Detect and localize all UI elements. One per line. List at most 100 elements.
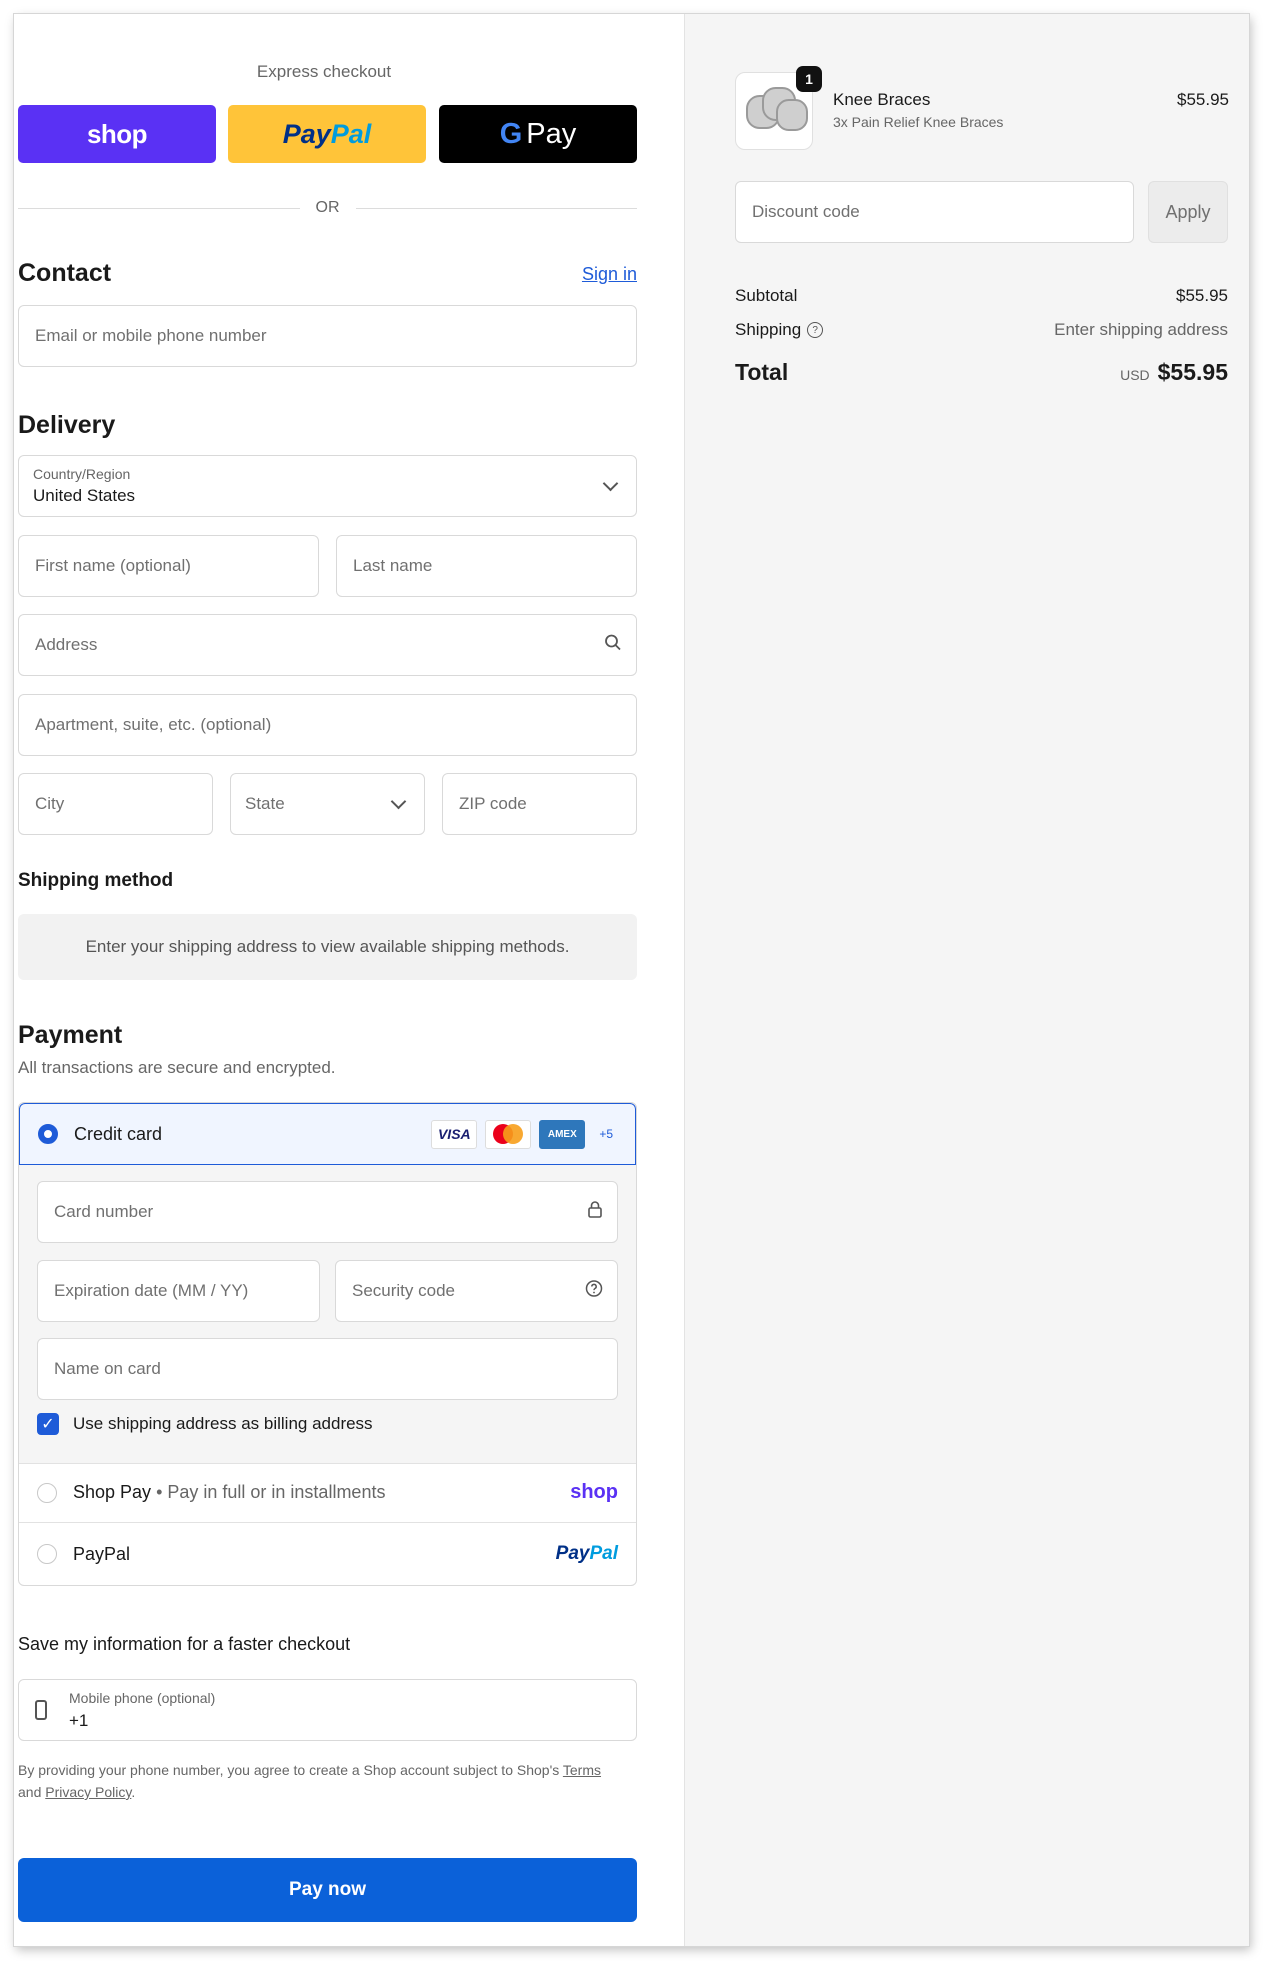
shipping-label: Shipping bbox=[735, 320, 802, 339]
zip-field-wrap bbox=[442, 773, 637, 835]
help-icon[interactable]: ? bbox=[807, 322, 824, 338]
name-on-card-field-wrap bbox=[37, 1338, 618, 1400]
country-value: United States bbox=[33, 486, 136, 505]
mastercard-icon bbox=[485, 1119, 532, 1149]
total-value: $55.95 bbox=[1157, 359, 1228, 385]
credit-card-option[interactable]: Credit card VISA AMEX +5 bbox=[19, 1103, 636, 1165]
product-price: $55.95 bbox=[1177, 90, 1229, 109]
zip-field[interactable] bbox=[457, 793, 622, 815]
expiration-field-wrap bbox=[37, 1260, 320, 1322]
search-icon[interactable] bbox=[604, 634, 622, 657]
first-name-field[interactable] bbox=[33, 555, 304, 577]
email-field-wrap bbox=[18, 305, 637, 367]
legal-text: By providing your phone number, you agre… bbox=[18, 1762, 602, 1800]
city-field[interactable] bbox=[33, 793, 198, 815]
shop-pay-radio[interactable] bbox=[37, 1482, 57, 1503]
shipping-value: Enter shipping address bbox=[1054, 320, 1228, 339]
amex-icon: AMEX bbox=[539, 1119, 586, 1149]
product-variant: 3x Pain Relief Knee Braces bbox=[833, 114, 1004, 130]
google-pay-express-button[interactable]: G Pay bbox=[439, 105, 637, 163]
product-name: Knee Braces bbox=[833, 90, 931, 109]
chevron-down-icon bbox=[390, 793, 407, 810]
total-amount-wrap: USD $55.95 bbox=[1120, 359, 1228, 386]
pay-now-button[interactable]: Pay now bbox=[18, 1858, 637, 1922]
security-code-field-wrap bbox=[335, 1260, 618, 1322]
address-field[interactable] bbox=[33, 634, 622, 656]
currency-code: USD bbox=[1120, 367, 1150, 383]
shop-pay-logo: shop bbox=[86, 118, 148, 149]
country-label: Country/Region bbox=[33, 466, 131, 482]
quantity-badge: 1 bbox=[796, 66, 822, 92]
paypal-logo: PayPal bbox=[555, 1543, 618, 1564]
payment-subtitle: All transactions are secure and encrypte… bbox=[18, 1058, 336, 1077]
total-row: Total USD $55.95 bbox=[735, 359, 1228, 386]
or-text: OR bbox=[315, 199, 340, 216]
help-icon[interactable] bbox=[585, 1280, 603, 1303]
billing-address-checkbox[interactable]: ✓ bbox=[37, 1413, 59, 1435]
paypal-express-button[interactable]: Pay Pal bbox=[228, 105, 426, 163]
country-select[interactable]: Country/Region United States bbox=[18, 455, 637, 517]
shop-pay-express-button[interactable]: shop bbox=[18, 105, 216, 163]
address-field-wrap bbox=[18, 614, 637, 676]
card-number-field[interactable] bbox=[52, 1201, 603, 1223]
credit-card-form: ✓ Use shipping address as billing addres… bbox=[19, 1165, 636, 1464]
email-field[interactable] bbox=[33, 325, 622, 347]
shipping-method-heading: Shipping method bbox=[18, 870, 174, 891]
mobile-phone-field[interactable]: Mobile phone (optional) +1 bbox=[18, 1679, 637, 1741]
checkout-form: Express checkout shop Pay Pal G Pay OR Con… bbox=[14, 14, 684, 1946]
shipping-row: Shipping ? Enter shipping address bbox=[735, 320, 1228, 340]
privacy-policy-link[interactable]: Privacy Policy bbox=[45, 1784, 131, 1800]
more-cards-badge: +5 bbox=[599, 1127, 613, 1141]
checkout-window: Express checkout shop Pay Pal G Pay OR Con… bbox=[14, 14, 1249, 1946]
save-info-title: Save my information for a faster checkou… bbox=[18, 1634, 351, 1654]
last-name-field[interactable] bbox=[351, 555, 622, 577]
lock-icon bbox=[587, 1201, 603, 1224]
mobile-phone-label: Mobile phone (optional) bbox=[69, 1690, 216, 1706]
card-number-field-wrap bbox=[37, 1181, 618, 1243]
divider-line bbox=[18, 207, 300, 209]
paypal-label: PayPal bbox=[73, 1543, 131, 1564]
mobile-phone-icon bbox=[35, 1700, 47, 1720]
google-g-icon: G bbox=[499, 117, 523, 150]
paypal-option[interactable]: PayPal PayPal bbox=[19, 1524, 636, 1584]
paypal-logo-part-a: Pay bbox=[282, 118, 331, 149]
billing-address-label: Use shipping address as billing address bbox=[73, 1414, 373, 1433]
shipping-method-info: Enter your shipping address to view avai… bbox=[18, 914, 637, 980]
or-divider: OR bbox=[18, 199, 637, 217]
payment-options: Credit card VISA AMEX +5 Card number Exp… bbox=[18, 1102, 637, 1586]
order-summary: 1 Knee Braces 3x Pain Relief Knee Braces… bbox=[684, 14, 1249, 1946]
paypal-radio[interactable] bbox=[37, 1544, 57, 1564]
google-pay-label: Pay bbox=[526, 117, 577, 150]
apartment-field[interactable] bbox=[33, 714, 622, 736]
mobile-phone-value: +1 bbox=[69, 1711, 89, 1730]
sign-in-link[interactable]: Sign in bbox=[582, 264, 637, 285]
security-code-field[interactable] bbox=[350, 1280, 603, 1302]
state-value: State bbox=[245, 794, 285, 813]
express-checkout-title: Express checkout bbox=[256, 62, 392, 81]
divider-line bbox=[355, 207, 637, 209]
discount-code-field[interactable] bbox=[750, 201, 1119, 223]
subtotal-row: Subtotal $55.95 bbox=[735, 286, 1228, 306]
apply-discount-button[interactable]: Apply bbox=[1148, 181, 1228, 243]
chevron-down-icon bbox=[602, 475, 619, 492]
total-label: Total bbox=[735, 359, 789, 385]
contact-heading: Contact bbox=[18, 259, 112, 287]
paypal-logo-part-b: Pal bbox=[330, 118, 372, 149]
state-select[interactable]: State bbox=[230, 773, 425, 835]
credit-card-radio[interactable] bbox=[38, 1124, 58, 1144]
payment-heading: Payment bbox=[18, 1021, 123, 1049]
subtotal-label: Subtotal bbox=[735, 286, 798, 305]
visa-icon: VISA bbox=[431, 1119, 478, 1149]
terms-link[interactable]: Terms bbox=[563, 1762, 601, 1778]
credit-card-label: Credit card bbox=[74, 1123, 163, 1144]
name-on-card-field[interactable] bbox=[52, 1358, 603, 1380]
apartment-field-wrap bbox=[18, 694, 637, 756]
last-name-field-wrap bbox=[336, 535, 637, 597]
card-logos: VISA AMEX +5 bbox=[431, 1119, 619, 1149]
shipping-label-wrap: Shipping ? bbox=[735, 320, 824, 340]
shop-pay-option[interactable]: Shop Pay • Pay in full or in installment… bbox=[19, 1463, 636, 1523]
shop-pay-label: Shop Pay • Pay in full or in installment… bbox=[73, 1482, 386, 1502]
delivery-heading: Delivery bbox=[18, 411, 116, 439]
expiration-field[interactable] bbox=[52, 1280, 305, 1302]
discount-code-field-wrap bbox=[735, 181, 1134, 243]
